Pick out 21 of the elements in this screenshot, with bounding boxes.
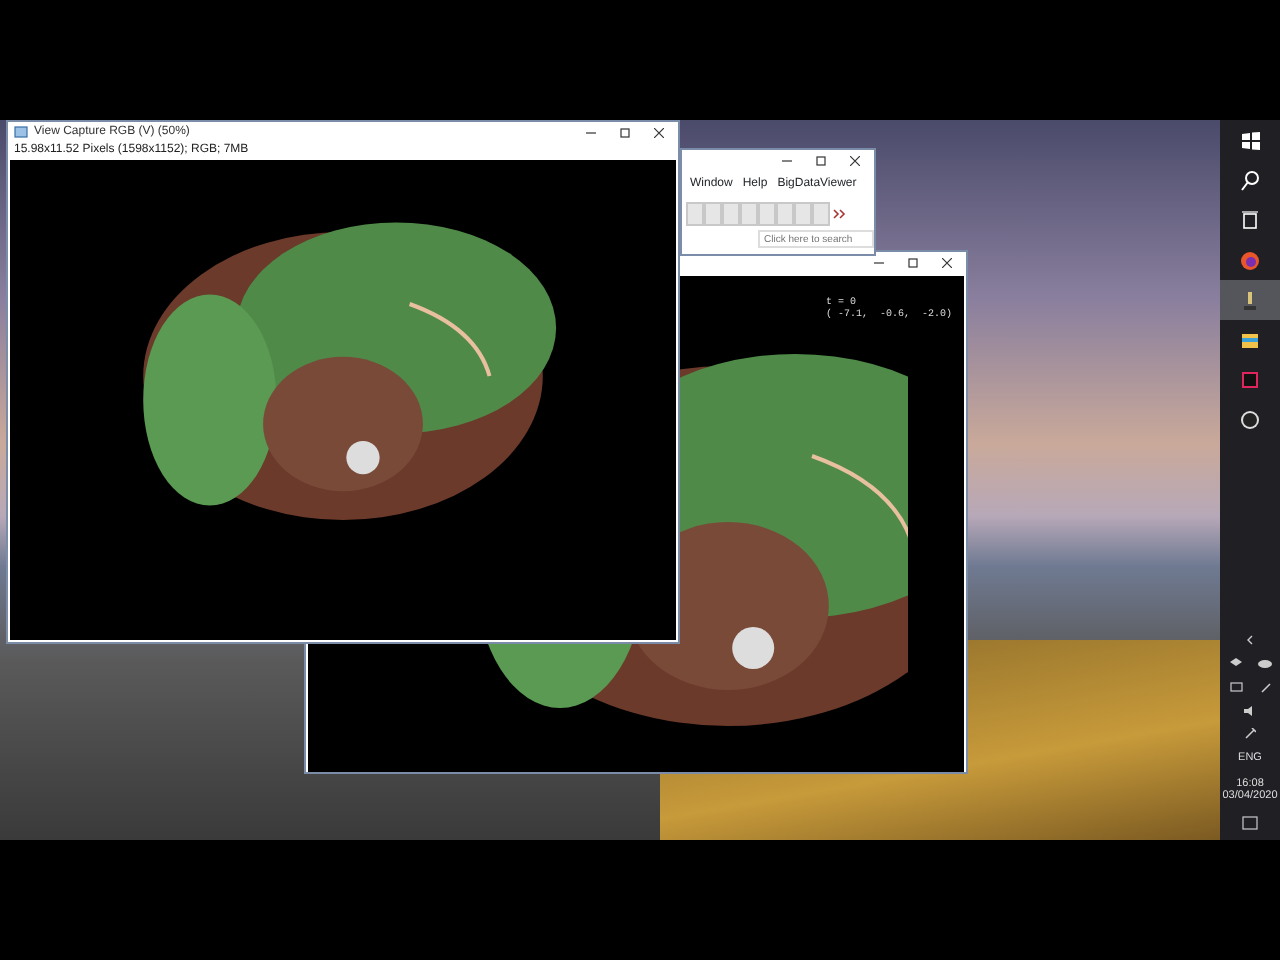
windows-icon[interactable] [1240, 129, 1260, 151]
minimize-icon[interactable] [782, 155, 792, 165]
image-icon [14, 126, 28, 138]
notification-icon[interactable] [1242, 816, 1258, 832]
close-icon[interactable] [850, 155, 860, 165]
chevron-icon[interactable] [1244, 634, 1256, 647]
folder-icon[interactable] [1240, 329, 1260, 351]
cloud-icon[interactable] [1257, 658, 1271, 671]
maximize-icon[interactable] [816, 155, 826, 165]
minimize-icon[interactable] [874, 257, 884, 267]
maximize-icon[interactable] [620, 127, 630, 137]
speaker-icon[interactable] [1244, 706, 1256, 717]
editor-icon[interactable] [1240, 369, 1260, 391]
battery-icon[interactable] [1229, 682, 1243, 695]
close-icon[interactable] [942, 257, 952, 267]
close-icon[interactable] [654, 127, 664, 137]
maximize-icon[interactable] [908, 257, 918, 267]
record-icon[interactable] [1240, 409, 1260, 431]
minimize-icon[interactable] [586, 127, 596, 137]
search-icon[interactable] [1240, 169, 1260, 191]
task-view-icon[interactable] [1240, 209, 1260, 231]
